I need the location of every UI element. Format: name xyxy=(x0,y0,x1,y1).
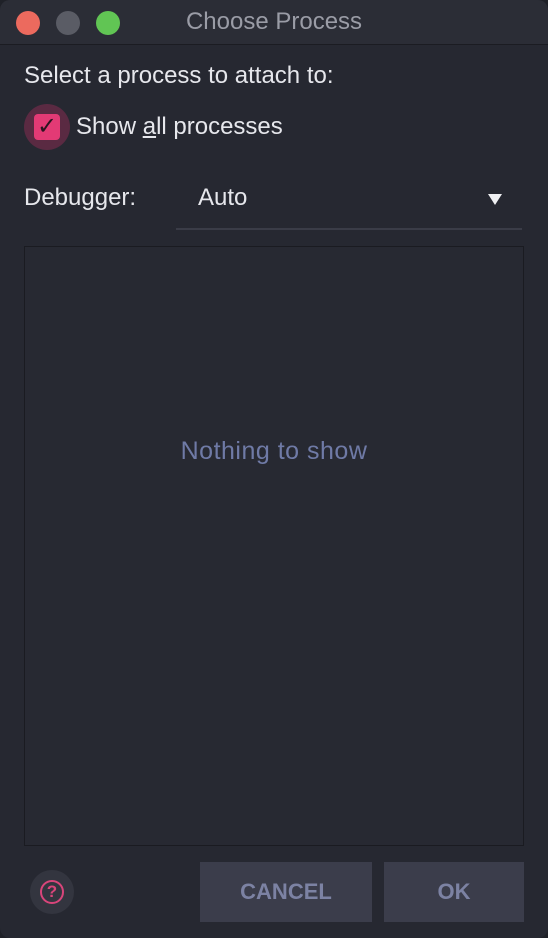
checkbox-focus-halo[interactable]: ✓ xyxy=(24,104,70,150)
title-bar[interactable]: Choose Process xyxy=(0,0,548,45)
ok-button[interactable]: OK xyxy=(384,862,524,922)
help-button[interactable]: ? xyxy=(30,870,74,914)
debugger-selected-value: Auto xyxy=(198,184,248,211)
debugger-label: Debugger: xyxy=(24,184,137,211)
process-list[interactable]: Nothing to show xyxy=(24,246,524,846)
help-icon[interactable]: ? xyxy=(40,880,64,904)
label-suffix: ll processes xyxy=(156,113,283,140)
label-prefix: Show xyxy=(76,113,143,140)
checkmark-icon[interactable]: ✓ xyxy=(34,114,60,140)
cancel-button[interactable]: CANCEL xyxy=(200,862,372,922)
label-mnemonic: a xyxy=(142,113,157,140)
show-all-processes-label[interactable]: Show all processes xyxy=(76,113,283,141)
show-all-processes-checkbox[interactable]: ✓ Show all processes xyxy=(24,104,283,150)
empty-state-text: Nothing to show xyxy=(180,437,368,465)
choose-process-dialog: Choose Process Select a process to attac… xyxy=(0,0,548,938)
debugger-dropdown[interactable]: Auto xyxy=(176,172,522,230)
window-title-text: Choose Process xyxy=(185,8,363,35)
dropdown-arrow-icon[interactable] xyxy=(488,194,502,205)
select-process-prompt: Select a process to attach to: xyxy=(24,62,334,89)
window-title: Choose Process xyxy=(0,8,548,36)
